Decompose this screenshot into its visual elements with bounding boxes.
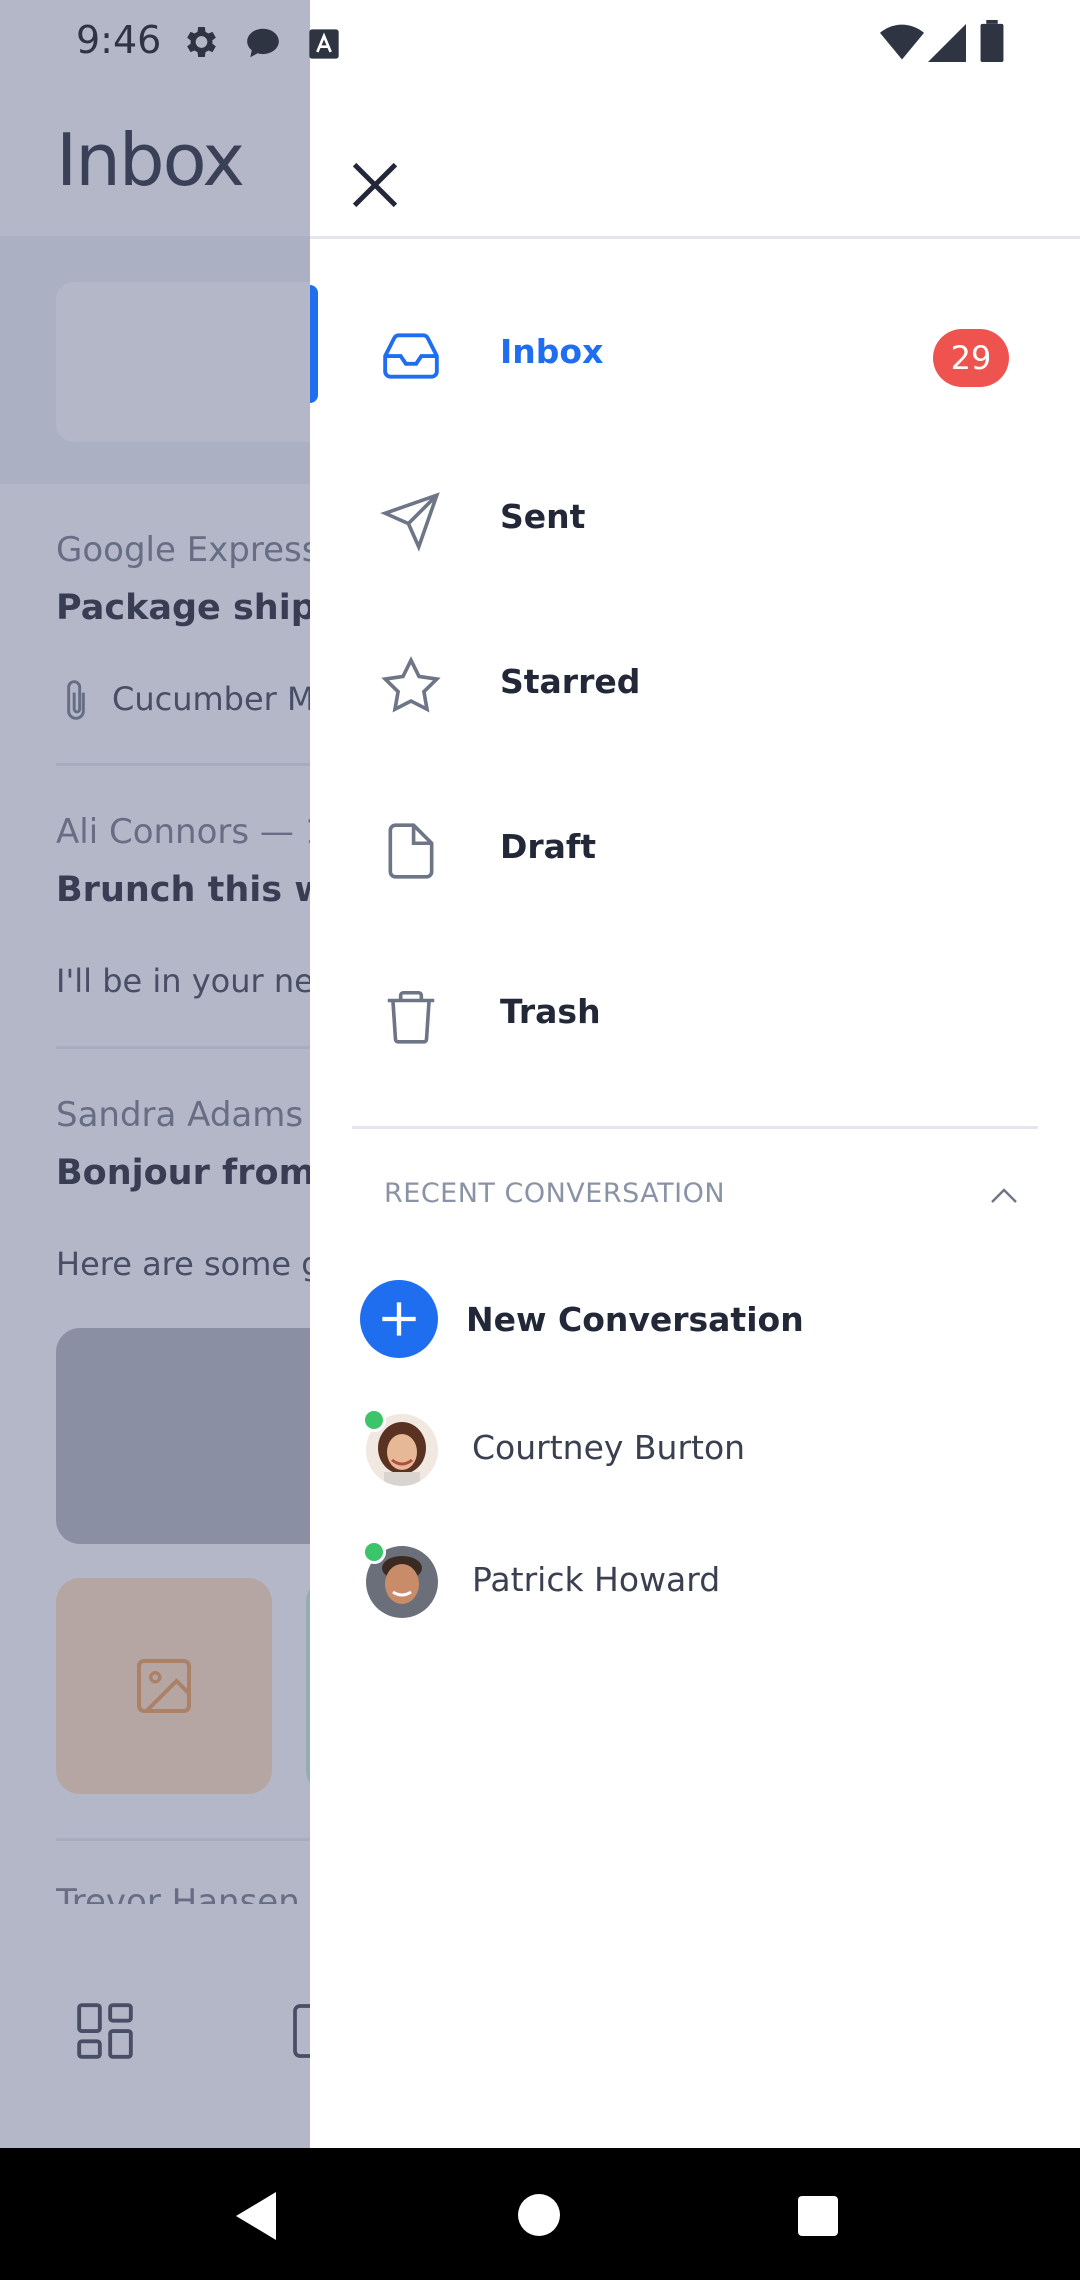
- nav-item-label: Draft: [500, 827, 597, 866]
- contact-name: Courtney Burton: [472, 1428, 746, 1467]
- status-time: 9:46: [76, 18, 162, 62]
- chat-bubble-icon: [247, 28, 279, 58]
- new-conversation-button[interactable]: [360, 1280, 438, 1358]
- close-drawer-button[interactable]: [340, 150, 410, 220]
- contact-item[interactable]: Courtney Burton: [310, 1408, 1080, 1534]
- section-divider: [352, 1126, 1038, 1129]
- nav-item-label: Inbox: [500, 332, 604, 371]
- draft-icon: [388, 823, 434, 879]
- plus-icon: [382, 1302, 416, 1336]
- contact-item[interactable]: Patrick Howard: [310, 1540, 1080, 1666]
- trash-icon: [387, 990, 435, 1044]
- nav-item-label: Starred: [500, 662, 641, 701]
- settings-icon: [187, 27, 216, 57]
- nav-item-label: Sent: [500, 497, 586, 536]
- keyboard-a-icon: [309, 29, 339, 59]
- inbox-icon: [383, 333, 439, 379]
- star-icon: [381, 656, 441, 713]
- recents-icon[interactable]: [798, 2196, 838, 2236]
- nav-item-draft[interactable]: Draft: [310, 775, 1080, 925]
- inbox-count-badge: 29: [933, 329, 1009, 387]
- nav-item-starred[interactable]: Starred: [310, 610, 1080, 760]
- chevron-up-icon[interactable]: [986, 1178, 1022, 1214]
- scrim-overlay[interactable]: [0, 0, 310, 2148]
- nav-item-label: Trash: [500, 992, 601, 1031]
- header-divider: [310, 236, 1080, 239]
- wifi-icon: [880, 24, 924, 60]
- home-icon[interactable]: [518, 2194, 560, 2236]
- online-indicator: [362, 1540, 386, 1564]
- nav-item-trash[interactable]: Trash: [310, 940, 1080, 1090]
- status-bar: 9:46: [0, 0, 1080, 88]
- online-indicator: [362, 1408, 386, 1432]
- nav-item-sent[interactable]: Sent: [310, 445, 1080, 595]
- section-title: RECENT CONVERSATION: [384, 1178, 726, 1209]
- battery-icon: [980, 20, 1004, 62]
- system-navigation-bar: [0, 2148, 1080, 2280]
- close-icon: [352, 162, 398, 208]
- contact-name: Patrick Howard: [472, 1560, 721, 1599]
- navigation-drawer: Inbox 29 Sent Starred Draft Trash RECENT…: [310, 0, 1080, 2148]
- signal-icon: [928, 24, 966, 62]
- back-icon[interactable]: [236, 2192, 280, 2240]
- send-icon: [380, 492, 440, 552]
- new-conversation-label[interactable]: New Conversation: [466, 1300, 804, 1339]
